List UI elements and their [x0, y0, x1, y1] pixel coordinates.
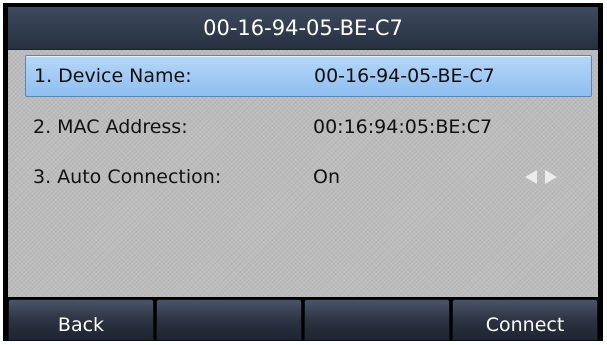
page-title: 00-16-94-05-BE-C7: [8, 7, 598, 50]
setting-row-auto-connection[interactable]: 3. Auto Connection: On: [25, 157, 590, 197]
arrow-left-icon[interactable]: [525, 170, 537, 184]
setting-row-mac-address[interactable]: 2. MAC Address: 00:16:94:05:BE:C7: [25, 107, 590, 147]
softkey-3-button[interactable]: [304, 299, 450, 341]
setting-label: 3. Auto Connection:: [33, 166, 222, 188]
setting-value: 00:16:94:05:BE:C7: [313, 116, 493, 138]
setting-label: 2. MAC Address:: [33, 116, 188, 138]
setting-row-device-name[interactable]: 1. Device Name: 00-16-94-05-BE-C7: [25, 55, 592, 97]
setting-label: 1. Device Name:: [34, 65, 192, 87]
softkey-2-button[interactable]: [156, 299, 302, 341]
softkey-bar: Back Connect: [8, 299, 598, 341]
arrow-right-icon[interactable]: [545, 170, 557, 184]
back-button[interactable]: Back: [8, 299, 154, 341]
phone-screen: 00-16-94-05-BE-C7 1. Device Name: 00-16-…: [3, 3, 603, 341]
setting-value: On: [313, 166, 340, 188]
content-panel: [8, 7, 598, 297]
setting-value: 00-16-94-05-BE-C7: [314, 65, 495, 87]
option-switcher[interactable]: [525, 170, 565, 184]
connect-button[interactable]: Connect: [452, 299, 598, 341]
